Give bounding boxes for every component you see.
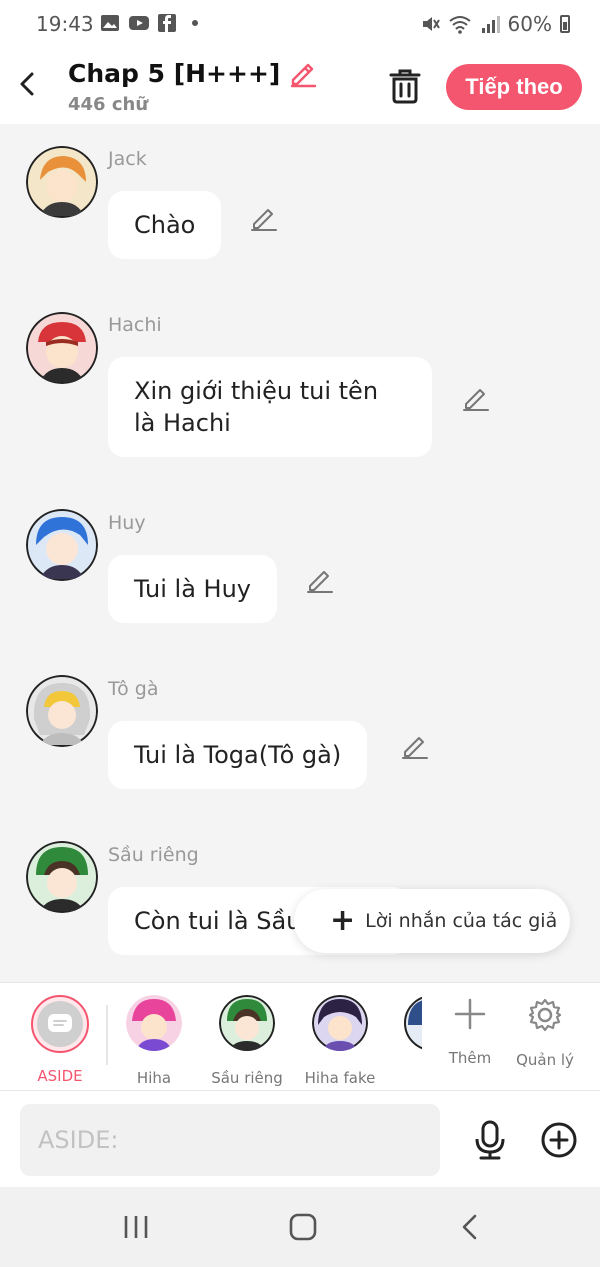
- trash-icon[interactable]: [386, 66, 424, 106]
- edit-message-icon[interactable]: [462, 384, 490, 412]
- message-text: Chào: [134, 211, 196, 239]
- gear-icon: [528, 998, 562, 1032]
- battery-percent: 60%: [507, 12, 552, 36]
- character-aside[interactable]: ASIDE: [20, 995, 100, 1085]
- manage-button[interactable]: Quản lý: [510, 997, 580, 1069]
- youtube-icon: [129, 16, 149, 30]
- microphone-icon[interactable]: [470, 1119, 510, 1161]
- chat-area[interactable]: Jack Chào Hachi Xin giới thiệu tui tên l…: [0, 124, 600, 982]
- plus-icon: [454, 998, 486, 1030]
- gallery-icon: [101, 15, 119, 31]
- mute-icon: [422, 17, 440, 31]
- character-partial[interactable]: [404, 995, 422, 1053]
- dot-icon: [192, 20, 198, 26]
- sau-rieng-avatar: [219, 995, 275, 1051]
- manage-label: Quản lý: [516, 1051, 574, 1069]
- character-name: ASIDE: [37, 1067, 83, 1085]
- avatar-sau-rieng[interactable]: [26, 841, 98, 913]
- message-bubble[interactable]: Tui là Toga(Tô gà): [108, 721, 368, 789]
- input-bar: [0, 1090, 600, 1188]
- back-icon[interactable]: [10, 66, 46, 102]
- message-bubble[interactable]: Chào: [108, 191, 222, 259]
- message-text: Xin giới thiệu tui tên là Hachi: [134, 377, 379, 437]
- author-note-button[interactable]: + Lời nhắn của tác giả: [294, 889, 570, 953]
- nav-back-icon[interactable]: [455, 1211, 487, 1243]
- message-text: Tui là Toga(Tô gà): [134, 741, 342, 769]
- message-text: Còn tui là Sầu: [134, 907, 302, 935]
- character-hiha-fake[interactable]: Hiha fake: [300, 995, 380, 1087]
- character-name: Hiha fake: [304, 1069, 376, 1087]
- add-circle-icon[interactable]: [540, 1121, 578, 1159]
- character-sau-rieng[interactable]: Sầu riêng: [207, 995, 287, 1087]
- character-hiha[interactable]: Hiha: [114, 995, 194, 1087]
- chapter-title: Chap 5 [H+++]: [68, 58, 281, 88]
- add-label: Thêm: [448, 1049, 492, 1067]
- author-note-label: Lời nhắn của tác giả: [365, 910, 558, 932]
- word-count: 446 chữ: [68, 94, 149, 115]
- character-bar: ASIDE Hiha Sầu riêng Hiha fake Thêm Quản…: [0, 982, 600, 1091]
- avatar-to-ga[interactable]: [26, 675, 98, 747]
- message-icon: [48, 1014, 72, 1032]
- avatar-huy[interactable]: [26, 509, 98, 581]
- avatar-hachi[interactable]: [26, 312, 98, 384]
- signal-icon: [481, 16, 500, 33]
- speaker-name: Jack: [108, 148, 147, 170]
- message-input[interactable]: [20, 1104, 440, 1176]
- edit-message-icon[interactable]: [306, 566, 334, 594]
- character-name: Sầu riêng: [211, 1069, 283, 1087]
- edit-message-icon[interactable]: [401, 732, 429, 760]
- home-icon[interactable]: [287, 1211, 319, 1243]
- system-status: 60%: [420, 12, 570, 36]
- edit-message-icon[interactable]: [250, 204, 278, 232]
- title-row: Chap 5 [H+++]: [68, 58, 318, 88]
- speaker-name: Sầu riêng: [108, 844, 199, 866]
- wifi-icon: [448, 16, 471, 34]
- editor-header: Chap 5 [H+++] 446 chữ Tiếp theo: [0, 48, 600, 124]
- recent-apps-icon[interactable]: [120, 1211, 152, 1243]
- character-name: Hiha: [136, 1069, 172, 1087]
- edit-title-icon[interactable]: [288, 58, 318, 88]
- speaker-name: Huy: [108, 512, 146, 534]
- message-text: Tui là Huy: [134, 575, 251, 603]
- avatar-jack[interactable]: [26, 146, 98, 218]
- facebook-icon: [158, 14, 176, 32]
- status-bar: 19:43 60%: [0, 0, 600, 48]
- battery-icon: [560, 15, 570, 33]
- hiha-avatar: [126, 995, 182, 1051]
- hiha-fake-avatar: [312, 995, 368, 1051]
- message-bubble[interactable]: Xin giới thiệu tui tên là Hachi: [108, 357, 432, 457]
- message-bubble[interactable]: Tui là Huy: [108, 555, 277, 623]
- notification-icons: [100, 14, 198, 32]
- status-time: 19:43: [36, 12, 94, 36]
- plus-icon: +: [330, 903, 356, 938]
- next-button[interactable]: Tiếp theo: [446, 64, 582, 110]
- speaker-name: Tô gà: [108, 678, 159, 700]
- aside-avatar: [31, 995, 89, 1053]
- speaker-name: Hachi: [108, 314, 162, 336]
- add-character-button[interactable]: Thêm: [435, 997, 505, 1067]
- divider: [106, 1005, 108, 1065]
- system-nav-bar: [0, 1187, 600, 1267]
